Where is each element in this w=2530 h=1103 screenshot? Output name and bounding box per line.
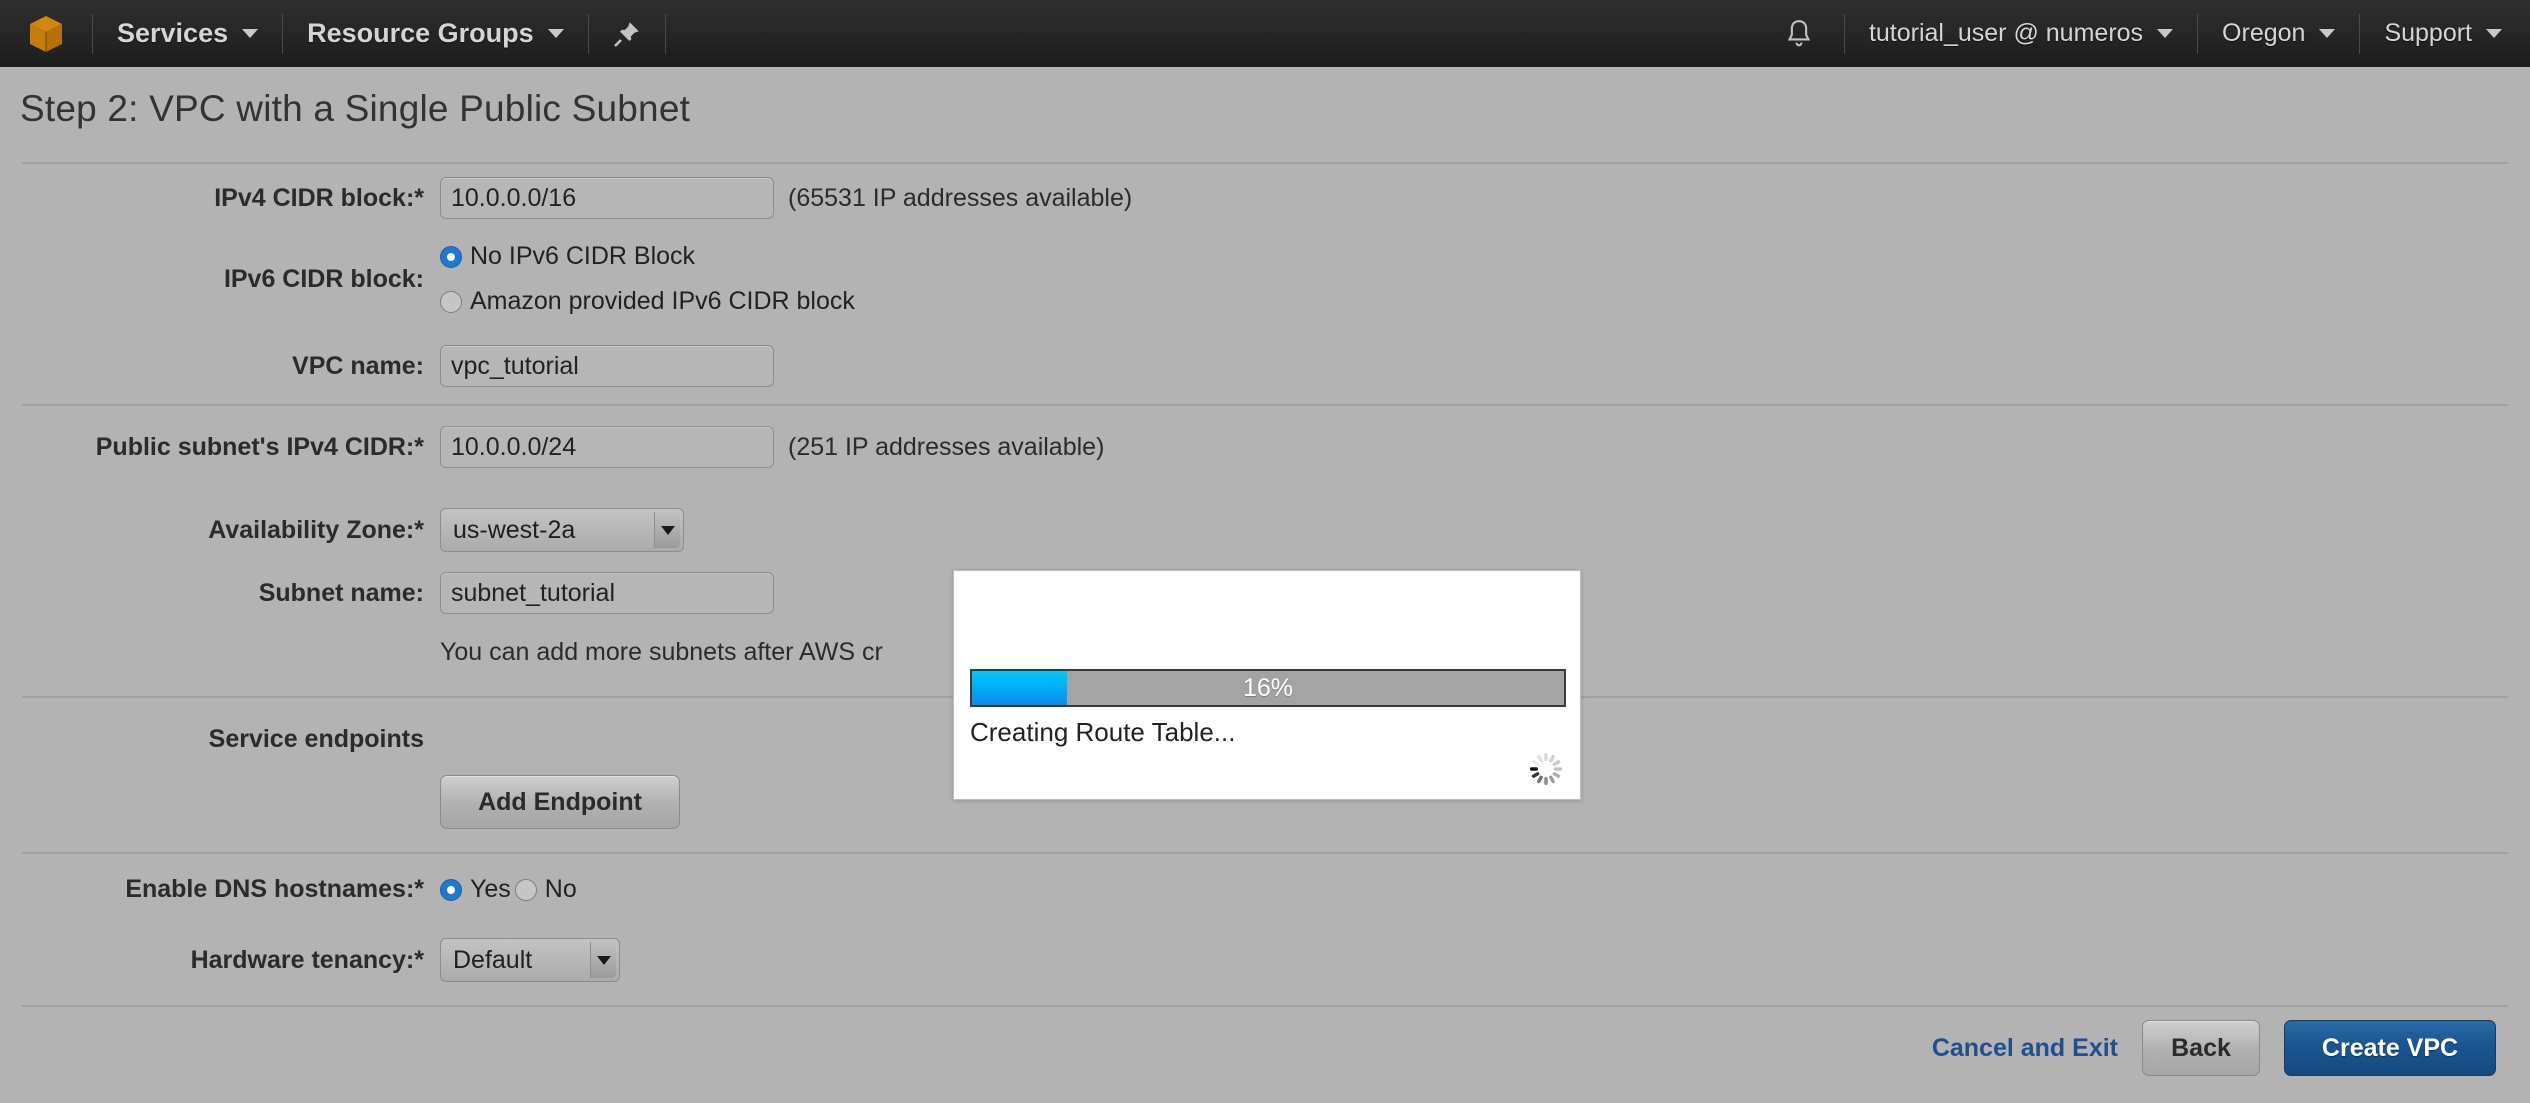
chevron-down-icon bbox=[242, 29, 259, 38]
progress-status-text: Creating Route Table... bbox=[970, 717, 1236, 747]
dns-hostnames-row: Enable DNS hostnames:* Yes No bbox=[0, 875, 577, 904]
ipv6-option-none-label: No IPv6 CIDR Block bbox=[470, 242, 696, 270]
add-endpoint-row: Add Endpoint bbox=[0, 775, 680, 829]
nav-account-menu[interactable]: tutorial_user @ numeros bbox=[1845, 0, 2197, 67]
footer-divider bbox=[22, 1005, 2508, 1007]
nav-resource-groups-label: Resource Groups bbox=[307, 18, 534, 48]
nav-region-menu[interactable]: Oregon bbox=[2198, 0, 2359, 67]
radio-ipv6-amazon[interactable] bbox=[440, 290, 462, 313]
nav-support-label: Support bbox=[2384, 19, 2472, 47]
section-divider bbox=[22, 404, 2508, 406]
footer-actions: Cancel and Exit Back Create VPC bbox=[1932, 1020, 2496, 1076]
availability-zone-label: Availability Zone:* bbox=[208, 515, 424, 544]
create-vpc-button[interactable]: Create VPC bbox=[2284, 1020, 2496, 1076]
subnet-cidr-row: Public subnet's IPv4 CIDR:* (251 IP addr… bbox=[0, 426, 1104, 468]
availability-zone-select[interactable]: us-west-2a bbox=[440, 508, 684, 552]
dns-option-yes-label: Yes bbox=[470, 875, 511, 903]
nav-services-label: Services bbox=[117, 18, 229, 48]
chevron-down-icon bbox=[2319, 29, 2336, 38]
dns-hostnames-label: Enable DNS hostnames:* bbox=[125, 875, 424, 903]
hardware-tenancy-label: Hardware tenancy:* bbox=[190, 945, 424, 974]
top-navigation-bar: Services Resource Groups tutorial_user @… bbox=[0, 0, 2530, 67]
availability-zone-row: Availability Zone:* us-west-2a bbox=[0, 508, 684, 552]
ipv4-cidr-label: IPv4 CIDR block:* bbox=[214, 183, 424, 212]
nav-support-menu[interactable]: Support bbox=[2360, 0, 2530, 67]
vpc-name-row: VPC name: bbox=[0, 345, 774, 387]
subnet-note-row: You can add more subnets after AWS cr bbox=[0, 638, 883, 667]
radio-dns-yes[interactable] bbox=[440, 878, 462, 901]
section-divider bbox=[22, 852, 2508, 854]
hardware-tenancy-select[interactable]: Default bbox=[440, 938, 620, 982]
back-button[interactable]: Back bbox=[2142, 1020, 2260, 1076]
radio-ipv6-none[interactable] bbox=[440, 245, 462, 268]
hardware-tenancy-row: Hardware tenancy:* Default bbox=[0, 938, 620, 982]
dns-option-no[interactable]: No bbox=[514, 875, 577, 904]
ipv4-cidr-hint: (65531 IP addresses available) bbox=[788, 183, 1133, 212]
progress-bar: 16% bbox=[970, 669, 1566, 707]
service-endpoints-row: Service endpoints bbox=[0, 725, 440, 754]
nav-resource-groups-menu[interactable]: Resource Groups bbox=[283, 0, 588, 67]
creation-progress-dialog: 16% Creating Route Table... bbox=[953, 570, 1581, 800]
nav-services-menu[interactable]: Services bbox=[93, 0, 282, 67]
nav-divider bbox=[664, 13, 666, 54]
aws-vpc-wizard-page: Services Resource Groups tutorial_user @… bbox=[0, 0, 2530, 1103]
chevron-down-icon bbox=[2157, 29, 2174, 38]
ipv4-cidr-row: IPv4 CIDR block:* (65531 IP addresses av… bbox=[0, 177, 1132, 219]
service-endpoints-label: Service endpoints bbox=[208, 725, 424, 753]
nav-account-label: tutorial_user @ numeros bbox=[1868, 19, 2144, 47]
subnet-name-row: Subnet name: bbox=[0, 572, 774, 614]
ipv6-cidr-row: IPv6 CIDR block: No IPv6 CIDR Block Amaz… bbox=[0, 242, 855, 316]
ipv4-cidr-input[interactable] bbox=[440, 177, 774, 219]
page-title: Step 2: VPC with a Single Public Subnet bbox=[20, 88, 691, 129]
radio-dns-no[interactable] bbox=[514, 878, 537, 901]
vpc-name-input[interactable] bbox=[440, 345, 774, 387]
hardware-tenancy-value: Default bbox=[453, 945, 533, 974]
ipv6-option-amazon[interactable]: Amazon provided IPv6 CIDR block bbox=[440, 287, 855, 316]
subnet-note: You can add more subnets after AWS cr bbox=[440, 638, 883, 666]
chevron-down-icon bbox=[590, 942, 616, 978]
ipv6-cidr-label: IPv6 CIDR block: bbox=[223, 264, 424, 293]
subnet-name-label: Subnet name: bbox=[258, 578, 424, 607]
cancel-and-exit-link[interactable]: Cancel and Exit bbox=[1932, 1034, 2118, 1063]
ipv6-option-none[interactable]: No IPv6 CIDR Block bbox=[440, 242, 855, 271]
ipv6-option-amazon-label: Amazon provided IPv6 CIDR block bbox=[470, 287, 855, 315]
availability-zone-value: us-west-2a bbox=[453, 515, 576, 544]
dns-option-yes[interactable]: Yes bbox=[440, 875, 511, 904]
nav-region-label: Oregon bbox=[2222, 19, 2306, 47]
progress-percent-label: 16% bbox=[1242, 673, 1294, 702]
vpc-name-label: VPC name: bbox=[292, 351, 424, 380]
subnet-cidr-label: Public subnet's IPv4 CIDR:* bbox=[95, 432, 424, 461]
subnet-cidr-input[interactable] bbox=[440, 426, 774, 468]
chevron-down-icon bbox=[2486, 29, 2502, 38]
add-endpoint-button[interactable]: Add Endpoint bbox=[440, 775, 680, 829]
section-divider bbox=[22, 162, 2508, 164]
dns-option-no-label: No bbox=[544, 875, 577, 903]
chevron-down-icon bbox=[547, 29, 564, 38]
pushpin-icon[interactable] bbox=[589, 0, 665, 67]
subnet-name-input[interactable] bbox=[440, 572, 774, 614]
aws-cube-icon[interactable] bbox=[0, 0, 92, 67]
chevron-down-icon bbox=[654, 512, 680, 548]
subnet-cidr-hint: (251 IP addresses available) bbox=[788, 432, 1105, 461]
loading-spinner-icon bbox=[1526, 749, 1566, 789]
bell-icon[interactable] bbox=[1754, 0, 1844, 67]
